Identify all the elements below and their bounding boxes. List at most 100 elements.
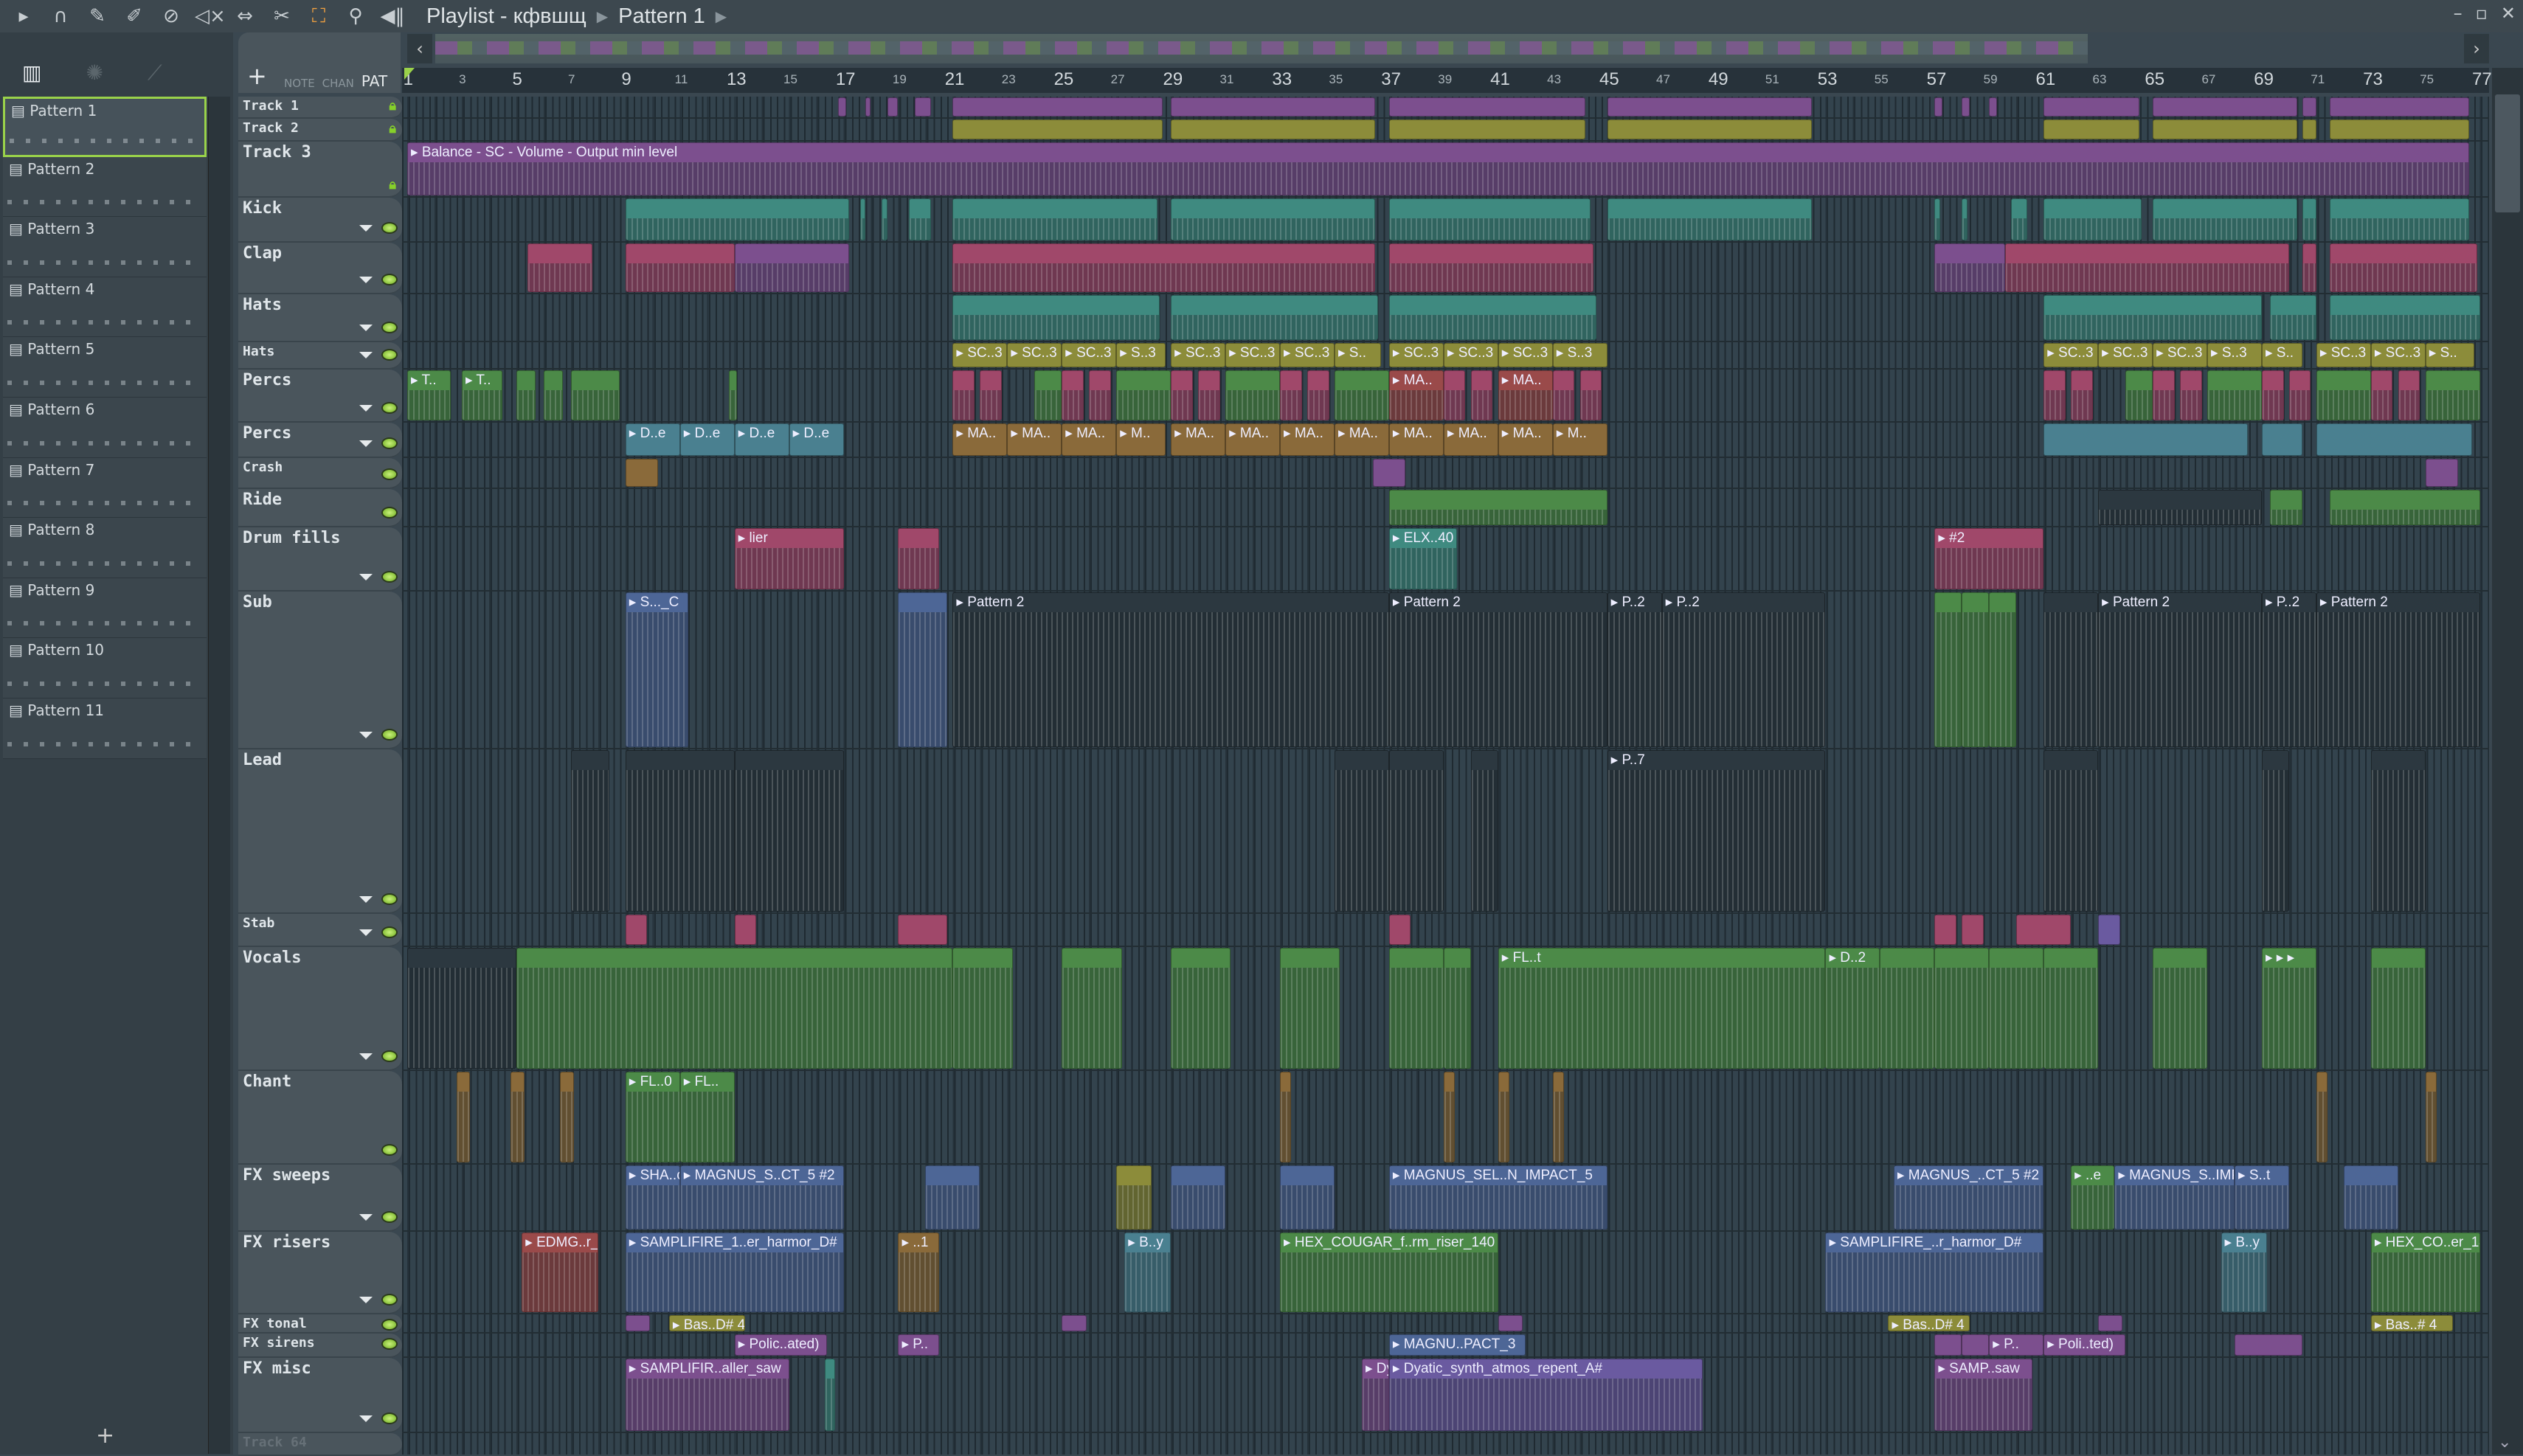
track-header[interactable]: Kick	[238, 198, 402, 243]
playlist-clip[interactable]: ▸ Balance - SC - Volume - Output min lev…	[407, 142, 2469, 195]
playlist-clip[interactable]: ▸ M..	[1116, 423, 1166, 456]
delete-icon[interactable]: ⊘	[158, 5, 184, 28]
playlist-clip[interactable]: ▸ D..2	[1825, 948, 1880, 1069]
playlist-clip[interactable]	[2330, 198, 2469, 240]
playlist-clip[interactable]	[2098, 490, 2262, 525]
playlist-clip[interactable]: ▸ P..2	[2261, 592, 2316, 747]
playlist-clip[interactable]	[1880, 948, 1935, 1069]
playlist-clip[interactable]	[1470, 750, 1498, 912]
track-name[interactable]: Hats	[243, 296, 282, 314]
playlist-clip[interactable]: ▸ D..e	[679, 423, 735, 456]
playlist-clip[interactable]	[625, 198, 849, 240]
playlist-clip[interactable]: ▸ SC..3	[1007, 343, 1062, 367]
playlist-clip[interactable]: ▸ MA..	[1062, 423, 1117, 456]
slip-icon[interactable]: ⇔	[232, 5, 258, 28]
playlist-clip[interactable]: ▸ D..e	[625, 423, 680, 456]
track-lane[interactable]	[402, 243, 2489, 294]
playlist-clip[interactable]	[516, 948, 953, 1069]
playlist-clip[interactable]: ▸ SC..3	[952, 343, 1008, 367]
playlist-clip[interactable]: ▸ SAMPLIFIRE_..r_harmor_D#	[1825, 1233, 2044, 1312]
playlist-clip[interactable]	[1962, 198, 1967, 240]
track-name[interactable]: Crash	[243, 460, 283, 475]
track-name[interactable]: Vocals	[243, 949, 301, 967]
playlist-clip[interactable]	[1280, 948, 1340, 1069]
playlist-clip[interactable]	[1552, 370, 1575, 420]
track-dropdown-icon[interactable]	[359, 896, 373, 903]
playlist-clip[interactable]: ▸ S..3	[1552, 343, 1607, 367]
playlist-clip[interactable]	[2043, 119, 2139, 139]
playlist-clip[interactable]: ▸ S..	[1334, 343, 1381, 367]
playlist-clip[interactable]	[2302, 119, 2316, 139]
playlist-clip[interactable]: ▸ HEX_COUGAR_f..rm_riser_140	[1280, 1233, 1498, 1312]
track-header[interactable]: Stab	[238, 914, 402, 947]
playlist-clip[interactable]: ▸ S..._C	[625, 592, 688, 747]
pattern-item[interactable]: ▤ Pattern 9	[3, 578, 207, 639]
track-name[interactable]: Track 3	[243, 143, 311, 162]
scroll-down-icon[interactable]: ⌄	[2498, 1433, 2511, 1452]
track-name[interactable]: Stab	[243, 915, 274, 931]
playlist-clip[interactable]	[2330, 119, 2469, 139]
playlist-clip[interactable]	[980, 370, 1002, 420]
playlist-clip[interactable]	[1372, 459, 1406, 487]
playlist-clip[interactable]	[2207, 370, 2262, 420]
playlist-clip[interactable]: ▸ MAGNUS_S..IMPACT_5	[2114, 1165, 2235, 1230]
playlist-clip[interactable]: ▸ HEX_CO..er_140	[2370, 1233, 2480, 1312]
minimize-button[interactable]: –	[2454, 3, 2463, 24]
playlist-clip[interactable]: ▸ S..t	[2234, 1165, 2289, 1230]
track-header[interactable]: Track 64	[238, 1433, 402, 1456]
paint-icon[interactable]: ✐	[121, 5, 148, 28]
track-lane[interactable]: ▸ Bas..D# 4 ▸ Bas..D# 4 ▸ Bas..# 4	[402, 1314, 2489, 1334]
playlist-clip[interactable]	[887, 97, 899, 117]
playlist-clip[interactable]	[2098, 1315, 2123, 1331]
pattern-item[interactable]: ▤ Pattern 8	[3, 518, 207, 578]
track-header[interactable]: Clap	[238, 243, 402, 294]
playlist-clip[interactable]	[1962, 97, 1970, 117]
playback-icon[interactable]: ◀‖	[379, 5, 406, 28]
track-name[interactable]: Drum fills	[243, 529, 340, 547]
track-dropdown-icon[interactable]	[359, 1297, 373, 1303]
playlist-clip[interactable]: ▸ Dya	[1361, 1359, 1389, 1431]
playlist-clip[interactable]: ▸ ELX..40	[1388, 528, 1458, 589]
playlist-clip[interactable]	[1962, 1334, 1990, 1356]
playlist-clip[interactable]: ▸ B..y	[1124, 1233, 1171, 1312]
playlist-clip[interactable]: ▸ MA..	[1388, 370, 1444, 420]
slice-icon[interactable]: ✂	[269, 5, 295, 28]
overview-scroll-right[interactable]: ›	[2464, 34, 2489, 63]
playlist-clip[interactable]	[570, 750, 609, 912]
playlist-clip[interactable]	[1388, 915, 1411, 945]
playlist-clip[interactable]	[865, 97, 871, 117]
track-enable-led[interactable]	[381, 729, 398, 741]
pattern-item[interactable]: ▤ Pattern 3	[3, 217, 207, 277]
playlist-clip[interactable]	[2043, 750, 2099, 912]
playlist-clip[interactable]: ▸ S..	[2425, 343, 2475, 367]
playlist-clip[interactable]: ▸ ..e	[2071, 1165, 2115, 1230]
track-name[interactable]: Chant	[243, 1072, 291, 1091]
playlist-clip[interactable]	[2330, 97, 2469, 117]
track-enable-led[interactable]	[381, 437, 398, 449]
playlist-clip[interactable]	[1089, 370, 1111, 420]
playlist-clip[interactable]	[1388, 295, 1596, 340]
track-lane[interactable]	[402, 489, 2489, 527]
playlist-clip[interactable]: ▸ B..y	[2221, 1233, 2268, 1312]
playlist-clip[interactable]	[898, 528, 939, 589]
playlist-clip[interactable]	[2288, 370, 2311, 420]
playlist-clip[interactable]	[2261, 750, 2289, 912]
playlist-clip[interactable]	[1470, 370, 1493, 420]
track-lane[interactable]: ▸ lier ▸ ELX..40 ▸ #2	[402, 527, 2489, 592]
playlist-clip[interactable]: ▸ P..	[1989, 1334, 2044, 1356]
track-name[interactable]: FX misc	[243, 1359, 311, 1378]
track-header[interactable]: Track 1 🔒︎	[238, 97, 402, 119]
automation-mode-icon[interactable]: ⟋	[148, 60, 162, 91]
lock-icon[interactable]: 🔒︎	[389, 98, 396, 114]
playlist-clip[interactable]	[859, 198, 866, 240]
track-header[interactable]: Drum fills	[238, 527, 402, 592]
playlist-clip[interactable]	[625, 1315, 651, 1331]
filter-note[interactable]: NOTE	[284, 77, 315, 90]
playlist-clip[interactable]	[1579, 370, 1602, 420]
playlist-clip[interactable]: ▸ MA..	[1334, 423, 1389, 456]
audio-mode-icon[interactable]: ✺	[86, 60, 103, 91]
playlist-clip[interactable]: ▸ FL..0	[625, 1072, 680, 1162]
playlist-clip[interactable]	[456, 1072, 471, 1162]
playlist-clip[interactable]	[729, 370, 738, 420]
playlist-clip[interactable]	[2302, 243, 2316, 292]
